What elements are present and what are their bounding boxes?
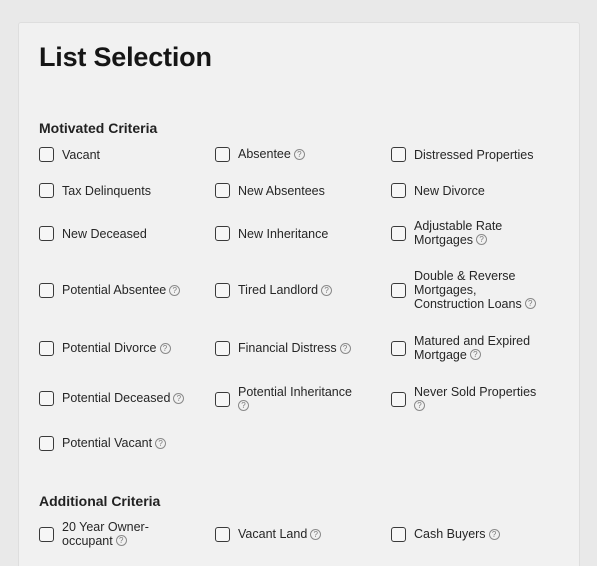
help-icon[interactable]: ? (115, 535, 127, 547)
checkbox-item-potential-inheritance[interactable]: Potential Inheritance ? (215, 385, 352, 413)
matured-expired-label-line1: Matured and Expired (414, 334, 531, 348)
help-icon[interactable]: ? (476, 234, 488, 246)
potential-vacant-checkbox[interactable] (39, 436, 54, 451)
checkbox-item-absentee[interactable]: Absentee? (215, 147, 305, 162)
page-title: List Selection (39, 42, 212, 72)
adjustable-rate-label-line2: Mortgages (414, 233, 474, 247)
tax-delinquents-checkbox[interactable] (39, 183, 54, 198)
potential-absentee-checkbox[interactable] (39, 283, 54, 298)
20-year-owner-label-line1: 20 Year Owner- (62, 520, 149, 534)
checkbox-item-adjustable-rate-mortgages[interactable]: Adjustable Rate Mortgages? (391, 219, 502, 247)
tired-landlord-label: Tired Landlord (238, 283, 319, 298)
double-reverse-label-line2: Mortgages, (414, 283, 477, 297)
20-year-owner-occupant-checkbox[interactable] (39, 526, 54, 542)
help-icon[interactable]: ? (339, 342, 351, 354)
checkbox-item-cash-buyers[interactable]: Cash Buyers? (391, 527, 500, 542)
motivated-criteria-heading: Motivated Criteria (39, 120, 158, 136)
cash-buyers-checkbox[interactable] (391, 527, 406, 542)
potential-divorce-checkbox[interactable] (39, 341, 54, 356)
potential-inheritance-checkbox[interactable] (215, 391, 230, 407)
help-icon[interactable]: ? (524, 298, 536, 310)
help-icon[interactable]: ? (293, 148, 305, 160)
help-icon[interactable]: ? (310, 528, 322, 540)
never-sold-properties-checkbox[interactable] (391, 391, 406, 407)
checkbox-item-new-inheritance[interactable]: New Inheritance (215, 226, 328, 241)
distressed-properties-label: Distressed Properties (414, 147, 534, 162)
new-divorce-label: New Divorce (414, 183, 485, 198)
double-reverse-label-line3: Construction Loans (414, 297, 522, 311)
checkbox-item-vacant[interactable]: Vacant (39, 147, 100, 162)
financial-distress-label: Financial Distress (238, 341, 337, 356)
adjustable-rate-label-line1: Adjustable Rate (414, 219, 503, 233)
vacant-label: Vacant (62, 147, 100, 162)
20-year-owner-label-line2: occupant (62, 534, 113, 548)
help-icon[interactable]: ? (155, 437, 167, 449)
help-icon[interactable]: ? (238, 400, 249, 412)
potential-deceased-checkbox[interactable] (39, 391, 54, 406)
checkbox-item-new-deceased[interactable]: New Deceased (39, 226, 147, 241)
checkbox-item-tax-delinquents[interactable]: Tax Delinquents (39, 183, 151, 198)
checkbox-item-double-reverse-mortgages[interactable]: Double & Reverse Mortgages, Construction… (391, 269, 536, 311)
help-icon[interactable]: ? (321, 284, 333, 296)
checkbox-item-potential-divorce[interactable]: Potential Divorce? (39, 341, 171, 356)
checkbox-item-never-sold-properties[interactable]: Never Sold Properties ? (391, 385, 536, 413)
checkbox-item-potential-deceased[interactable]: Potential Deceased? (39, 391, 185, 406)
matured-expired-label-line2: Mortgage (414, 348, 467, 362)
new-absentees-checkbox[interactable] (215, 183, 230, 198)
list-selection-panel: List Selection Motivated Criteria Vacant… (18, 22, 580, 566)
vacant-land-label: Vacant Land (238, 527, 308, 542)
help-icon[interactable]: ? (414, 400, 425, 412)
double-reverse-label-line1: Double & Reverse (414, 269, 516, 283)
potential-divorce-label: Potential Divorce (62, 341, 157, 356)
help-icon[interactable]: ? (159, 342, 171, 354)
vacant-land-checkbox[interactable] (215, 527, 230, 542)
new-deceased-checkbox[interactable] (39, 226, 54, 241)
potential-vacant-label: Potential Vacant (62, 436, 153, 451)
matured-expired-mortgage-checkbox[interactable] (391, 340, 406, 356)
never-sold-properties-label: Never Sold Properties (414, 385, 537, 399)
absentee-label: Absentee (238, 147, 291, 162)
new-inheritance-label: New Inheritance (238, 226, 329, 241)
new-inheritance-checkbox[interactable] (215, 226, 230, 241)
double-reverse-mortgages-checkbox[interactable] (391, 282, 406, 298)
vacant-checkbox[interactable] (39, 147, 54, 162)
additional-criteria-heading: Additional Criteria (39, 493, 161, 509)
potential-absentee-label: Potential Absentee (62, 283, 167, 298)
tax-delinquents-label: Tax Delinquents (62, 183, 151, 198)
checkbox-item-potential-vacant[interactable]: Potential Vacant? (39, 436, 167, 451)
checkbox-item-vacant-land[interactable]: Vacant Land? (215, 527, 322, 542)
tired-landlord-checkbox[interactable] (215, 283, 230, 298)
checkbox-item-financial-distress[interactable]: Financial Distress? (215, 341, 351, 356)
checkbox-item-matured-expired-mortgage[interactable]: Matured and Expired Mortgage? (391, 334, 530, 362)
new-deceased-label: New Deceased (62, 226, 147, 241)
potential-inheritance-label: Potential Inheritance (238, 385, 352, 399)
distressed-properties-checkbox[interactable] (391, 147, 406, 162)
help-icon[interactable]: ? (169, 284, 181, 296)
cash-buyers-label: Cash Buyers (414, 527, 486, 542)
checkbox-item-potential-absentee[interactable]: Potential Absentee? (39, 283, 181, 298)
help-icon[interactable]: ? (173, 392, 185, 404)
checkbox-item-new-absentees[interactable]: New Absentees (215, 183, 325, 198)
financial-distress-checkbox[interactable] (215, 341, 230, 356)
help-icon[interactable]: ? (469, 349, 481, 361)
new-absentees-label: New Absentees (238, 183, 325, 198)
checkbox-item-20-year-owner-occupant[interactable]: 20 Year Owner- occupant? (39, 520, 149, 548)
adjustable-rate-mortgages-checkbox[interactable] (391, 225, 406, 241)
absentee-checkbox[interactable] (215, 147, 230, 162)
new-divorce-checkbox[interactable] (391, 183, 406, 198)
potential-deceased-label: Potential Deceased (62, 391, 171, 406)
checkbox-item-distressed-properties[interactable]: Distressed Properties (391, 147, 534, 162)
checkbox-item-tired-landlord[interactable]: Tired Landlord? (215, 283, 333, 298)
checkbox-item-new-divorce[interactable]: New Divorce (391, 183, 485, 198)
help-icon[interactable]: ? (488, 528, 500, 540)
